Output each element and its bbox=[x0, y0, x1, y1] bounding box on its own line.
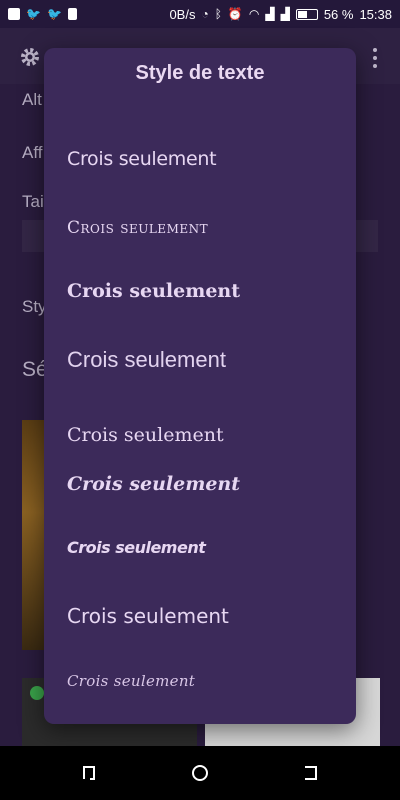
check-icon bbox=[30, 686, 44, 700]
net-speed: 0B/s bbox=[169, 6, 196, 22]
text-style-option[interactable]: Crois seulement bbox=[67, 347, 226, 373]
status-bar-right: 0B/s ◔ ᛒ ⏰ ◠ ▟ ▟ 56 % 15:38 bbox=[169, 7, 392, 22]
text-style-option[interactable]: Crois seulement bbox=[67, 148, 217, 170]
signal-icon: ▟ bbox=[280, 7, 290, 21]
twitter-icon: 🐦 bbox=[26, 7, 41, 21]
background-label: Sty bbox=[22, 297, 47, 316]
dialog-title: Style de texte bbox=[135, 62, 265, 84]
background-label: Aff bbox=[22, 143, 43, 162]
navigation-bar bbox=[0, 746, 400, 800]
twitter-icon: 🐦 bbox=[46, 7, 62, 21]
text-style-option[interactable]: Crois seulement bbox=[67, 218, 208, 238]
text-style-option[interactable]: Crois seulement bbox=[67, 473, 240, 495]
status-bar-left: 🐦 🐦 bbox=[8, 8, 77, 20]
recents-icon[interactable] bbox=[80, 764, 98, 782]
sim-icon bbox=[67, 8, 77, 20]
back-icon[interactable] bbox=[302, 764, 320, 782]
gear-icon[interactable] bbox=[18, 45, 42, 69]
facebook-icon bbox=[8, 8, 20, 20]
bluetooth-icon: ᛒ bbox=[214, 7, 222, 21]
battery-fill bbox=[297, 10, 308, 18]
clock: 15:38 bbox=[359, 6, 392, 22]
text-style-dialog: Style de texte Crois seulement Crois seu… bbox=[44, 48, 356, 724]
text-style-option[interactable]: Crois seulement bbox=[67, 538, 206, 557]
background-label: Alt bbox=[22, 90, 42, 109]
status-bar: 🐦 🐦 0B/s ◔ ᛒ ⏰ ◠ ▟ ▟ 56 % 15:38 bbox=[0, 0, 400, 28]
signal-icon: ▟ bbox=[265, 7, 275, 21]
alarm-icon: ⏰ bbox=[227, 7, 243, 21]
sync-icon: ◔ bbox=[201, 7, 209, 21]
home-icon[interactable] bbox=[191, 764, 209, 782]
text-style-option[interactable]: Crois seulement bbox=[67, 672, 195, 690]
text-style-option[interactable]: Crois seulement bbox=[67, 424, 224, 446]
background-label: Tai bbox=[22, 192, 44, 211]
more-options-icon[interactable] bbox=[372, 48, 378, 68]
text-style-option[interactable]: Crois seulement bbox=[67, 280, 240, 302]
battery-icon bbox=[295, 8, 318, 20]
wifi-icon: ◠ bbox=[248, 7, 260, 21]
battery-percent: 56 % bbox=[323, 6, 354, 22]
text-style-option[interactable]: Crois seulement bbox=[67, 604, 229, 628]
